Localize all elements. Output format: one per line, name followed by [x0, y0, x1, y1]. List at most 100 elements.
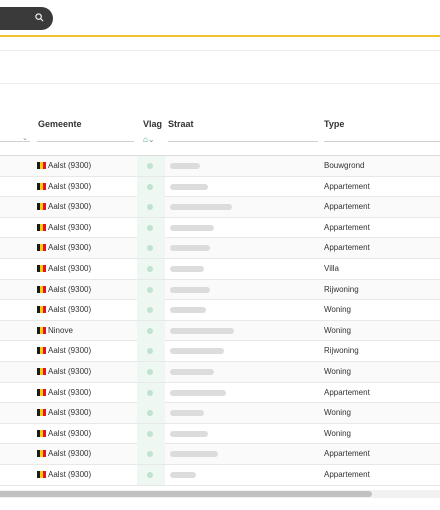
straat-cell-redacted — [170, 265, 204, 272]
column-header-straat[interactable]: Straat — [168, 119, 194, 129]
straat-cell-redacted — [170, 183, 208, 190]
belgian-flag-icon — [37, 450, 46, 458]
gemeente-cell: Aalst (9300) — [48, 161, 92, 170]
vlag-filter-dropdown[interactable]: ⌂⌄ — [143, 135, 155, 144]
gemeente-cell: Aalst (9300) — [48, 243, 92, 253]
table-row[interactable]: Aalst (9300) Bouwgrond — [0, 156, 440, 177]
type-cell: Woning — [324, 428, 351, 438]
vlag-icon — [147, 389, 153, 396]
table-row[interactable]: Aalst (9300) Woning — [0, 361, 440, 383]
vlag-cell — [137, 403, 165, 424]
vlag-cell — [137, 238, 165, 259]
vlag-icon — [147, 368, 153, 375]
vlag-icon — [147, 183, 153, 190]
table-row[interactable]: Ninove Woning — [0, 320, 440, 342]
vlag-icon — [147, 245, 153, 252]
type-cell: Woning — [324, 305, 351, 315]
gemeente-cell: Aalst (9300) — [48, 408, 92, 418]
table-row[interactable]: Aalst (9300) Appartement — [0, 217, 440, 239]
type-cell: Bouwgrond — [324, 161, 365, 170]
table-row[interactable]: Aalst (9300) Appartement — [0, 238, 440, 259]
vlag-cell — [137, 444, 165, 465]
gemeente-cell: Aalst (9300) — [48, 202, 92, 212]
table-row[interactable]: Aalst (9300) Appartement — [0, 444, 440, 465]
search-icon — [35, 13, 44, 22]
belgian-flag-icon — [37, 182, 46, 190]
column-header-type[interactable]: Type — [324, 119, 344, 129]
straat-cell-redacted — [170, 430, 208, 437]
search-button[interactable] — [0, 7, 53, 30]
flag-stripe — [43, 450, 46, 458]
type-cell: Villa — [324, 263, 339, 273]
divider — [0, 83, 440, 84]
straat-cell-redacted — [170, 286, 210, 293]
vlag-icon — [147, 265, 153, 272]
type-filter[interactable] — [324, 141, 440, 142]
table-row[interactable]: Aalst (9300) Rijwoning — [0, 279, 440, 301]
gemeente-cell: Aalst (9300) — [48, 366, 92, 376]
vlag-icon — [147, 430, 153, 437]
vlag-cell — [137, 197, 165, 218]
table-row[interactable]: Aalst (9300) Villa — [0, 258, 440, 280]
flag-stripe — [43, 182, 46, 190]
type-cell: Rijwoning — [324, 346, 359, 356]
flag-stripe — [43, 203, 46, 211]
horizontal-scrollbar[interactable] — [0, 490, 440, 498]
table-row[interactable]: Aalst (9300) Appartement — [0, 382, 440, 404]
flag-stripe — [43, 264, 46, 272]
straat-cell-redacted — [170, 471, 196, 478]
vlag-icon — [147, 286, 153, 293]
straat-cell-redacted — [170, 368, 214, 375]
vlag-icon — [147, 307, 153, 314]
chevron-down-icon[interactable]: ⌄ — [22, 134, 28, 142]
vlag-icon — [147, 451, 153, 458]
belgian-flag-icon — [37, 388, 46, 396]
gemeente-cell: Aalst (9300) — [48, 284, 92, 294]
table-row[interactable]: Aalst (9300) Rijwoning — [0, 341, 440, 362]
column-header-gemeente[interactable]: Gemeente — [38, 119, 82, 129]
belgian-flag-icon — [37, 264, 46, 272]
straat-cell-redacted — [170, 307, 206, 314]
belgian-flag-icon — [37, 326, 46, 334]
flag-stripe — [43, 409, 46, 417]
vlag-icon — [147, 348, 153, 355]
type-cell: Appartement — [324, 222, 370, 232]
scrollbar-thumb[interactable] — [0, 491, 372, 497]
table-row[interactable]: Aalst (9300) Woning — [0, 403, 440, 424]
table-row[interactable]: Aalst (9300) Appartement — [0, 464, 440, 486]
table-row[interactable]: Aalst (9300) Appartement — [0, 197, 440, 218]
belgian-flag-icon — [37, 285, 46, 293]
table-row[interactable]: Aalst (9300) Woning — [0, 300, 440, 321]
flag-stripe — [43, 470, 46, 478]
gemeente-cell: Aalst (9300) — [48, 222, 92, 232]
straat-cell-redacted — [170, 327, 234, 334]
belgian-flag-icon — [37, 409, 46, 417]
straat-cell-redacted — [170, 204, 232, 211]
flag-stripe — [43, 162, 46, 169]
type-cell: Appartement — [324, 469, 370, 479]
flag-stripe — [43, 347, 46, 355]
table-row[interactable]: Aalst (9300) Appartement — [0, 176, 440, 198]
straat-filter[interactable] — [168, 141, 318, 142]
vlag-cell — [137, 300, 165, 321]
straat-cell-redacted — [170, 410, 204, 417]
flag-stripe — [43, 285, 46, 293]
table-header: ⌄ Gemeente Vlag ⌂⌄ Straat Type — [0, 112, 440, 156]
table-row[interactable]: Aalst (9300) Woning — [0, 423, 440, 445]
gemeente-cell: Aalst (9300) — [48, 428, 92, 438]
straat-cell-redacted — [170, 451, 218, 458]
gemeente-filter[interactable] — [37, 141, 134, 142]
type-cell: Rijwoning — [324, 284, 359, 294]
vlag-cell — [137, 341, 165, 362]
divider — [0, 50, 440, 51]
belgian-flag-icon — [37, 306, 46, 314]
vlag-cell — [137, 361, 165, 382]
belgian-flag-icon — [37, 162, 46, 169]
type-cell: Appartement — [324, 387, 370, 397]
flag-stripe — [43, 306, 46, 314]
vlag-cell — [137, 217, 165, 238]
vlag-icon — [147, 471, 153, 478]
straat-cell-redacted — [170, 163, 200, 169]
column-header-vlag[interactable]: Vlag — [143, 119, 162, 129]
straat-cell-redacted — [170, 389, 226, 396]
